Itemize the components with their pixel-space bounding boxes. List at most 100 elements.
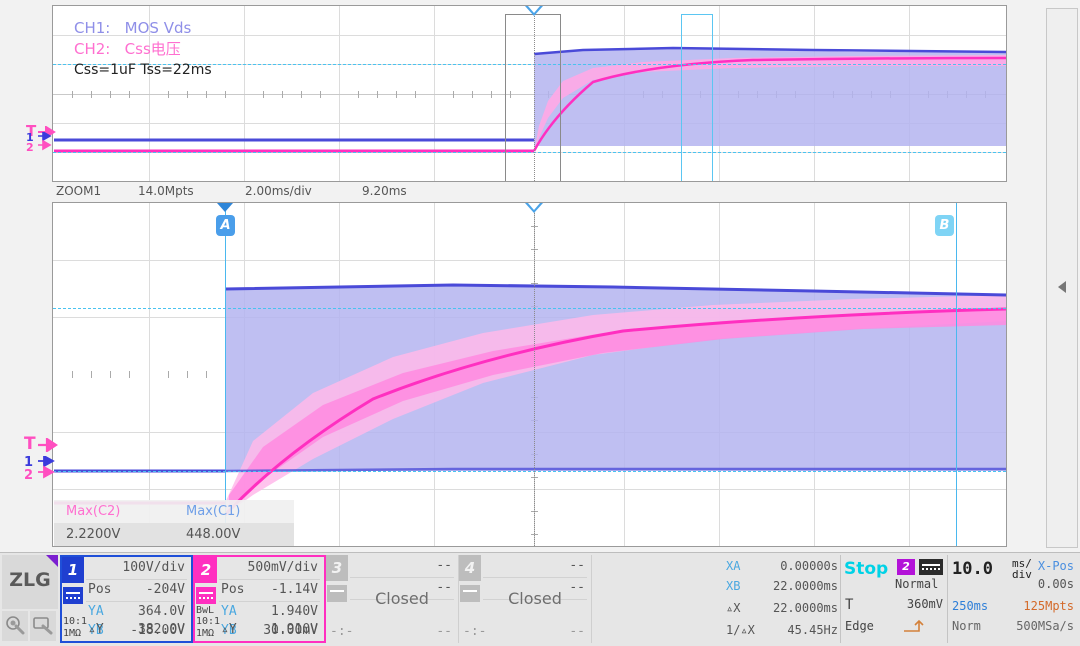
- measurement-value-row: 2.2200V 448.00V: [54, 523, 294, 546]
- channel-3-badge[interactable]: 3: [326, 555, 348, 581]
- channel-legend: CH1: MOS Vds CH2: Css电压 Css=1uF Tss=22ms: [74, 18, 212, 80]
- channel-3-dy-label: -:-: [330, 624, 354, 639]
- channel-1-impedance: 1MΩ: [63, 627, 82, 639]
- trigger-level-value[interactable]: 360mV: [907, 597, 943, 611]
- run-stop-status[interactable]: Stop: [844, 559, 888, 579]
- main-ch2-ground-label[interactable]: 2: [26, 141, 34, 154]
- trigger-slope-rising-icon[interactable]: [903, 619, 937, 636]
- side-panel[interactable]: [1046, 8, 1078, 548]
- channel-3-scale: --: [436, 558, 452, 573]
- cursor-b-line[interactable]: [956, 203, 957, 546]
- channel-1-dy-label: ▵Y: [88, 622, 104, 637]
- channel-1-dy-value: 382.0V: [138, 622, 185, 637]
- legend-ch2-name: Css电压: [124, 40, 181, 59]
- cursor-a-handle[interactable]: [217, 203, 233, 212]
- trigger-position-marker[interactable]: [525, 6, 543, 16]
- zoom-position: 9.20ms: [362, 184, 407, 198]
- cursor-xb-value: 22.0000ms: [772, 579, 838, 593]
- zoom-trigger-line: [534, 203, 535, 546]
- brand-logo-block[interactable]: ZLG: [2, 555, 58, 643]
- status-bar: ZLG 1 10:1 1MΩ 100V/div Pos -204V YA 364…: [0, 552, 1080, 646]
- cursor-dx-label: ▵X: [726, 601, 741, 615]
- zoom-trigger-level-marker-label[interactable]: T: [24, 434, 36, 454]
- trigger-coupling-icon[interactable]: [919, 559, 943, 575]
- channel-2-probe-info: BwL 10:1 1MΩ: [196, 605, 220, 640]
- zoom-trigger-marker[interactable]: [525, 203, 543, 213]
- legend-ch1-name: MOS Vds: [124, 19, 192, 37]
- trigger-source-badge[interactable]: 2: [897, 559, 915, 575]
- channel-2-pos-value: -1.14V: [271, 582, 318, 597]
- cursor-readout-block[interactable]: XA 0.00000s XB 22.0000ms ▵X 22.0000ms 1/…: [726, 555, 838, 643]
- collapse-panel-icon[interactable]: [1058, 281, 1066, 293]
- timebase-block[interactable]: 10.0 ms/ div X-Pos 0.00s 250ms 125Mpts N…: [950, 555, 1076, 643]
- cursor-xb-label: XB: [726, 579, 741, 593]
- corner-accent-icon: [46, 555, 58, 567]
- zoom-channel-ground-arrows[interactable]: [36, 456, 60, 484]
- channel-4-coupling-icon[interactable]: [460, 585, 480, 602]
- trigger-level-symbol: T: [845, 597, 854, 613]
- brand-logo-text: ZLG: [9, 569, 51, 591]
- measurement-name-0: Max(C2): [66, 504, 121, 519]
- timebase-value[interactable]: 10.0: [952, 559, 993, 579]
- measurement-box[interactable]: Max(C2) Max(C1) 2.2200V 448.00V: [54, 500, 294, 546]
- channel-2-bandwidth-limit: BwL: [196, 604, 215, 616]
- channel-4-readout[interactable]: 4 -- -- Closed -:- --: [459, 555, 592, 643]
- zoom-waveform-panel[interactable]: A B: [52, 202, 1007, 547]
- channel-2-readout[interactable]: 2 BwL 10:1 1MΩ 500mV/div Pos -1.14V YA 1…: [193, 555, 326, 643]
- zoom-timebase: 2.00ms/div: [245, 184, 312, 198]
- measurement-name-1: Max(C1): [186, 504, 241, 519]
- measurement-header-row: Max(C2) Max(C1): [54, 500, 294, 523]
- channel-1-readout[interactable]: 1 10:1 1MΩ 100V/div Pos -204V YA 364.0V …: [60, 555, 193, 643]
- channel-1-badge[interactable]: 1: [62, 557, 84, 583]
- brand-logo: ZLG: [2, 555, 58, 609]
- channel-2-coupling-icon[interactable]: [196, 587, 216, 604]
- channel-3-dy-value: --: [436, 624, 452, 639]
- cursor-b-badge[interactable]: B: [935, 215, 954, 236]
- channel-2-dy-value: 1.910V: [271, 622, 318, 637]
- touch-tool-icon[interactable]: [2, 611, 28, 641]
- zoom-title: ZOOM1: [56, 184, 102, 198]
- zoom-info-bar: ZOOM1 14.0Mpts 2.00ms/div 9.20ms: [52, 183, 1007, 201]
- zoom-trigger-level-arrow[interactable]: [38, 438, 64, 452]
- channel-3-readout[interactable]: 3 -- -- Closed -:- --: [326, 555, 459, 643]
- xpos-label: X-Pos: [1037, 559, 1074, 573]
- legend-ch2-label: CH2:: [74, 40, 111, 59]
- channel-2-scale: 500mV/div: [247, 560, 318, 575]
- cursor-xa-value: 0.00000s: [780, 559, 838, 573]
- cursor-xa-label: XA: [726, 559, 741, 573]
- trigger-position-line: [534, 6, 535, 181]
- cursor-freq-label: 1/▵X: [726, 623, 755, 637]
- channel-4-badge[interactable]: 4: [459, 555, 481, 581]
- channel-4-closed-label: Closed: [508, 589, 562, 608]
- cursor-a-line[interactable]: [225, 203, 226, 546]
- zoom-ch2-ground-label[interactable]: 2: [24, 468, 33, 483]
- timebase-unit-denominator: div: [1012, 568, 1032, 581]
- channel-2-badge[interactable]: 2: [195, 557, 217, 583]
- xpos-value[interactable]: 0.00s: [1038, 577, 1074, 591]
- zoom-region-right-bracket[interactable]: [681, 14, 713, 181]
- zoom-region-left-bracket[interactable]: [505, 14, 561, 181]
- channel-2-pos-label: Pos: [221, 582, 245, 597]
- main-channel-ground-arrows[interactable]: [36, 132, 58, 154]
- screenshot-tool-icon[interactable]: [30, 611, 56, 641]
- cursor-dx-value: 22.0000ms: [772, 601, 838, 615]
- zoom-memory: 14.0Mpts: [138, 184, 194, 198]
- trigger-block[interactable]: Stop 2 Normal T 360mV Edge: [840, 555, 948, 643]
- channel-1-coupling-icon[interactable]: [63, 587, 83, 604]
- channel-2-dy-label: ▵Y: [221, 622, 237, 637]
- channel-2-impedance: 1MΩ: [196, 627, 215, 639]
- zoom-ch1-ref-line: [53, 308, 1006, 309]
- memory-depth: 125Mpts: [1023, 599, 1074, 613]
- channel-3-closed-label: Closed: [375, 589, 429, 608]
- trigger-mode[interactable]: Normal: [895, 577, 938, 591]
- measurement-value-1: 448.00V: [186, 527, 241, 542]
- zoom-ch2-ref-line: [53, 471, 1006, 472]
- zoom-waveform-trace: [54, 283, 1006, 517]
- oscilloscope-display: CH1: MOS Vds CH2: Css电压 Css=1uF Tss=22ms…: [0, 0, 1080, 552]
- channel-1-probe-info: 10:1 1MΩ: [63, 616, 87, 639]
- measurement-value-0: 2.2200V: [66, 527, 121, 542]
- channel-3-coupling-icon[interactable]: [327, 585, 347, 602]
- channel-1-pos-label: Pos: [88, 582, 112, 597]
- cursor-a-badge[interactable]: A: [216, 215, 235, 236]
- trigger-type[interactable]: Edge: [845, 619, 874, 633]
